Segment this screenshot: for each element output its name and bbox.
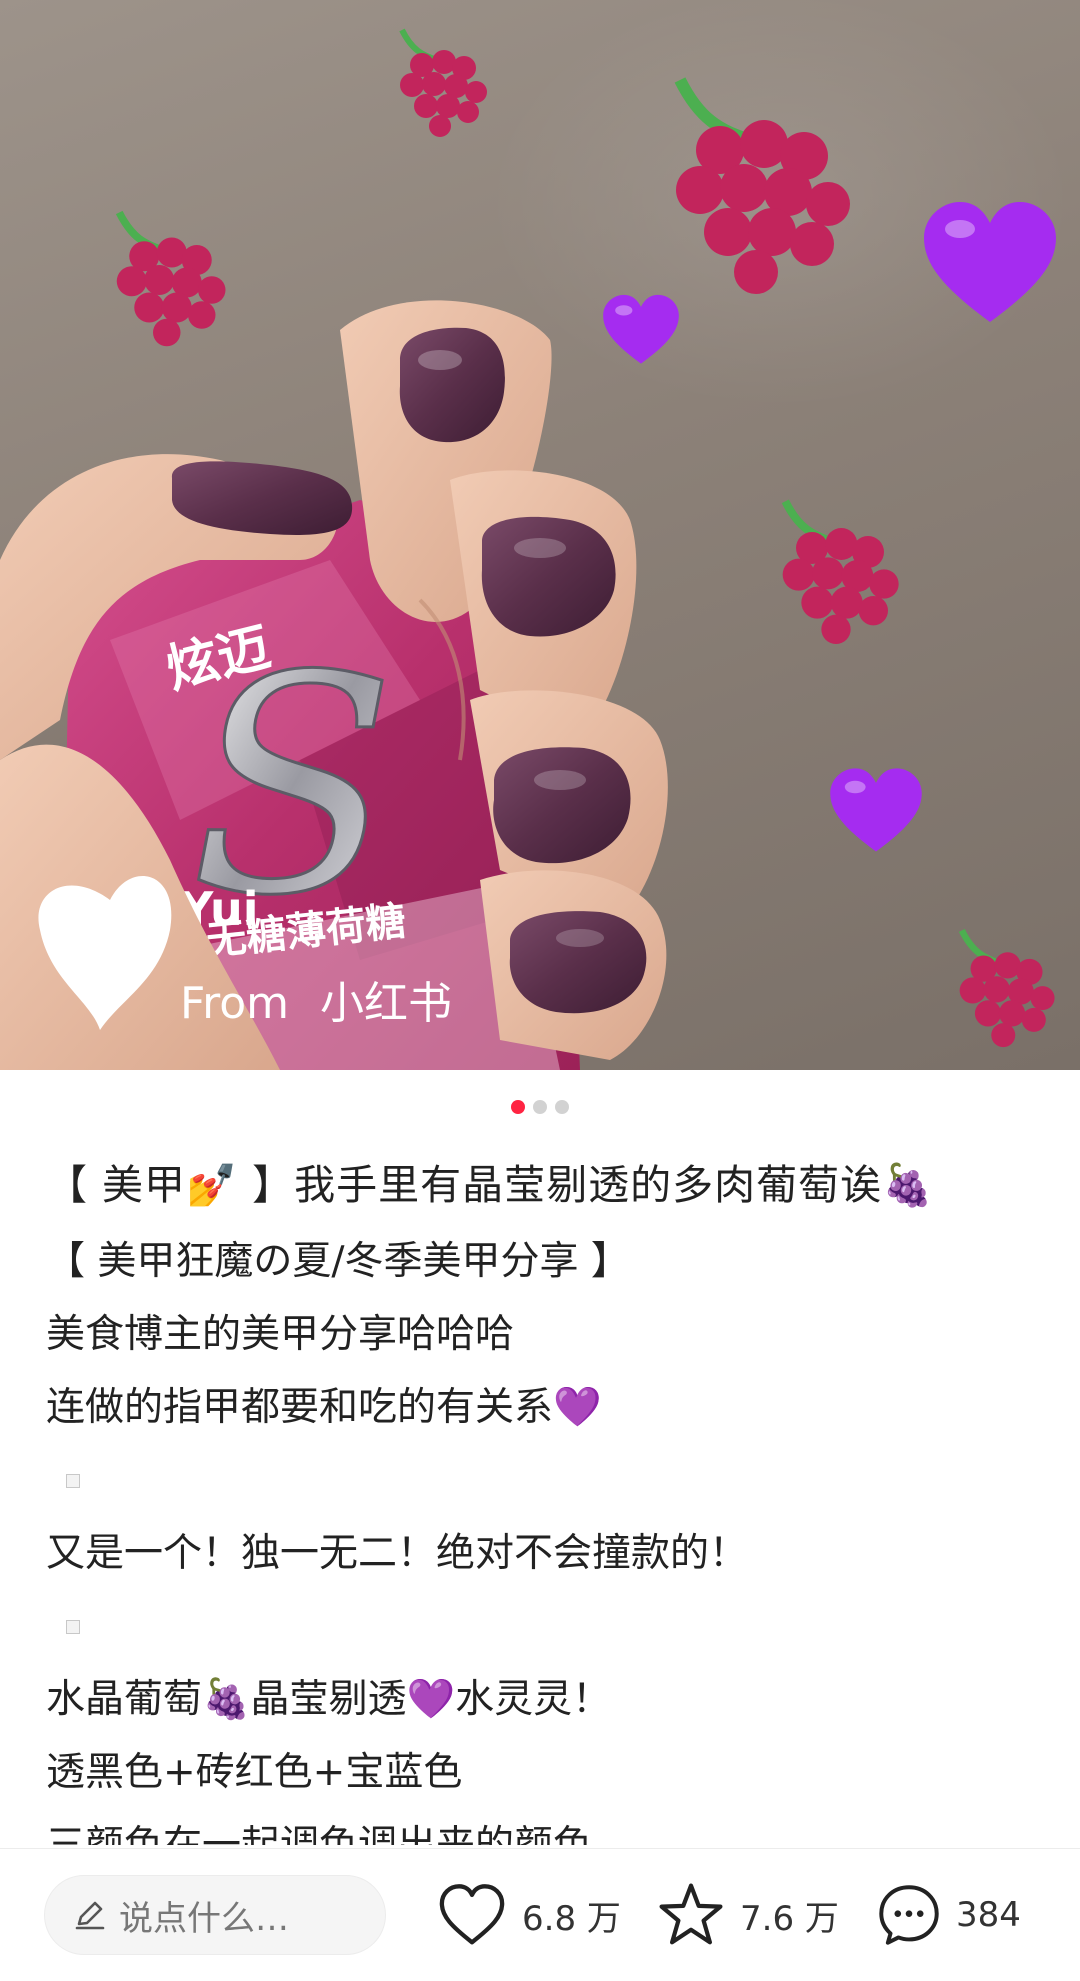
pager-dot-active[interactable] xyxy=(511,1100,525,1114)
pencil-icon xyxy=(75,1901,105,1930)
post-line-1: 【 美甲狂魔の夏/冬季美甲分享 】 xyxy=(46,1239,630,1284)
watermark-from-text: From xyxy=(180,978,289,1029)
post-blank-line xyxy=(46,1444,1036,1517)
grape-sticker-icon xyxy=(674,77,850,294)
comment-input[interactable]: 说点什么… xyxy=(44,1875,386,1955)
post-line-3: 连做的指甲都要和吃的有关系💜 xyxy=(46,1385,602,1430)
purple-heart-sticker-icon xyxy=(924,202,1056,322)
star-outline-icon xyxy=(659,1883,723,1945)
purple-heart-sticker-icon xyxy=(830,768,922,852)
comment-placeholder: 说点什么… xyxy=(119,1898,289,1939)
placeholder-box-icon xyxy=(66,1620,80,1634)
speech-bubble-icon xyxy=(879,1885,939,1945)
heart-outline-icon xyxy=(439,1884,505,1945)
grape-sticker-icon xyxy=(781,499,899,644)
image-pager xyxy=(0,1100,1080,1114)
post-title: 【 美甲💅 】我手里有晶莹剔透的多肉葡萄诶🍇 xyxy=(46,1161,935,1209)
placeholder-box-icon xyxy=(66,1474,80,1488)
grape-sticker-icon xyxy=(958,928,1055,1048)
collect-button[interactable]: 7.6 万 xyxy=(656,1875,839,1955)
collect-count: 7.6 万 xyxy=(740,1898,839,1939)
post-line-9: 三颜色在一起调色调出来的颜色 xyxy=(46,1809,1036,1845)
pager-dot[interactable] xyxy=(533,1100,547,1114)
like-count: 6.8 万 xyxy=(522,1898,621,1939)
post-line-2: 美食博主的美甲分享哈哈哈 xyxy=(46,1312,515,1357)
comment-button[interactable]: 384 xyxy=(876,1875,1021,1955)
post-line-8: 透黑色+砖红色+宝蓝色 xyxy=(46,1750,463,1795)
post-line-7: 水晶葡萄🍇晶莹剔透💜水灵灵！ xyxy=(46,1677,612,1722)
grape-sticker-icon xyxy=(399,28,487,137)
post-line-5: 又是一个！独一无二！绝对不会撞款的！ xyxy=(46,1531,749,1576)
watermark-brand-text: 小红书 xyxy=(320,978,452,1029)
purple-heart-sticker-icon xyxy=(603,294,679,364)
grape-sticker-icon xyxy=(115,210,226,347)
post-blank-line xyxy=(46,1590,1036,1663)
post-image[interactable]: 炫迈 S Yui 无糖薄荷糖 From 小红书 xyxy=(0,0,1080,1070)
comment-count: 384 xyxy=(956,1895,1021,1935)
bottom-action-bar: 说点什么… 6.8 万 7.6 万 384 xyxy=(0,1848,1080,1981)
post-content: 【 美甲💅 】我手里有晶莹剔透的多肉葡萄诶🍇 【 美甲狂魔の夏/冬季美甲分享 】… xyxy=(46,1145,1036,1845)
pager-dot[interactable] xyxy=(555,1100,569,1114)
like-button[interactable]: 6.8 万 xyxy=(436,1875,621,1955)
hand-photo: 炫迈 S Yui 无糖薄荷糖 From 小红书 xyxy=(0,300,668,1070)
